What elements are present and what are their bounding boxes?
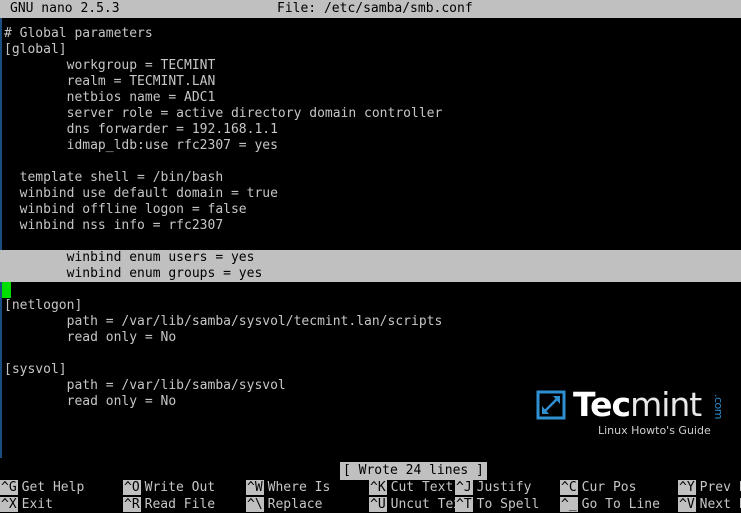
editor-line[interactable]: idmap_ldb:use rfc2307 = yes	[0, 138, 741, 154]
shortcut-label: Cur Pos	[581, 480, 637, 495]
editor-line[interactable]: winbind nss info = rfc2307	[0, 218, 741, 234]
shortcut-read-file[interactable]: ^R Read File	[123, 497, 215, 513]
shortcut-uncut-text[interactable]: ^U Uncut Text	[369, 497, 469, 513]
shortcut-row-1: ^G Get Help ^O Write Out ^W Where Is ^K Cut Tex…	[0, 480, 741, 496]
nano-editor-screen: GNU nano 2.5.3 File: /etc/samba/smb.conf…	[0, 0, 741, 513]
shortcut-key: ^T	[455, 497, 473, 512]
editor-line[interactable]: winbind use default domain = true	[0, 186, 741, 202]
editor-line[interactable]	[0, 154, 741, 170]
shortcut-row-2: ^X Exit ^R Read File ^\ Replace ^U Uncut Text ^T…	[0, 497, 741, 513]
app-version-label: GNU nano 2.5.3	[10, 1, 120, 16]
shortcut-label: Prev P	[699, 480, 741, 495]
shortcut-key: ^J	[455, 480, 473, 495]
editor-text-area[interactable]: # Global parameters [global] workgroup = …	[0, 26, 741, 454]
shortcut-key: ^R	[123, 497, 141, 512]
file-path-label: File: /etc/samba/smb.conf	[277, 1, 473, 16]
shortcut-label: Exit	[21, 497, 53, 512]
shortcut-prev-p[interactable]: ^YPrev P	[678, 480, 741, 496]
shortcut-write-out[interactable]: ^O Write Out	[123, 480, 215, 496]
editor-line[interactable]: winbind enum groups = yes	[0, 266, 741, 282]
shortcut-key: ^_	[560, 497, 578, 512]
editor-line[interactable]: [sysvol]	[0, 362, 741, 378]
editor-line[interactable]: template shell = /bin/bash	[0, 170, 741, 186]
shortcut-bar: ^G Get Help ^O Write Out ^W Where Is ^K Cut Tex…	[0, 480, 741, 513]
editor-line[interactable]: read only = No	[0, 394, 741, 410]
editor-line[interactable]: path = /var/lib/samba/sysvol	[0, 378, 741, 394]
editor-line[interactable]: winbind offline logon = false	[0, 202, 741, 218]
shortcut-label: Replace	[267, 497, 323, 512]
shortcut-key: ^G	[0, 480, 18, 495]
shortcut-label: Read File	[144, 497, 216, 512]
editor-line[interactable]	[0, 282, 741, 298]
shortcut-key: ^\	[246, 497, 264, 512]
shortcut-key: ^U	[369, 497, 387, 512]
shortcut-label: Next P	[699, 497, 741, 512]
shortcut-key: ^W	[246, 480, 264, 495]
shortcut-label: Write Out	[144, 480, 216, 495]
shortcut-label: To Spell	[476, 497, 540, 512]
shortcut-exit[interactable]: ^X Exit	[0, 497, 53, 513]
editor-line[interactable]: winbind enum users = yes	[0, 250, 741, 266]
shortcut-key: ^V	[678, 497, 696, 512]
shortcut-justify[interactable]: ^J Justify	[455, 480, 531, 496]
shortcut-go-to-line[interactable]: ^_ Go To Line	[560, 497, 660, 513]
editor-line[interactable]: [netlogon]	[0, 298, 741, 314]
shortcut-cut-text[interactable]: ^K Cut Text	[369, 480, 453, 496]
editor-line[interactable]: server role = active directory domain co…	[0, 106, 741, 122]
shortcut-label: Go To Line	[581, 497, 660, 512]
editor-line[interactable]: # Global parameters	[0, 26, 741, 42]
editor-line[interactable]: workgroup = TECMINT	[0, 58, 741, 74]
shortcut-to-spell[interactable]: ^T To Spell	[455, 497, 539, 513]
editor-line[interactable]: [global]	[0, 42, 741, 58]
shortcut-get-help[interactable]: ^G Get Help	[0, 480, 84, 496]
editor-line[interactable]: read only = No	[0, 330, 741, 346]
editor-line[interactable]: path = /var/lib/samba/sysvol/tecmint.lan…	[0, 314, 741, 330]
shortcut-key: ^X	[0, 497, 18, 512]
editor-line[interactable]: netbios name = ADC1	[0, 90, 741, 106]
editor-line[interactable]	[0, 234, 741, 250]
editor-line[interactable]: realm = TECMINT.LAN	[0, 74, 741, 90]
editor-line[interactable]: dns forwarder = 192.168.1.1	[0, 122, 741, 138]
shortcut-key: ^K	[369, 480, 387, 495]
shortcut-next-p[interactable]: ^VNext P	[678, 497, 741, 513]
shortcut-label: Get Help	[21, 480, 85, 495]
editor-line[interactable]	[0, 346, 741, 362]
text-cursor	[2, 282, 11, 298]
shortcut-replace[interactable]: ^\ Replace	[246, 497, 322, 513]
shortcut-label: Where Is	[267, 480, 331, 495]
shortcut-label: Justify	[476, 480, 532, 495]
shortcut-where-is[interactable]: ^W Where Is	[246, 480, 330, 496]
status-message: [ Wrote 24 lines ]	[340, 462, 487, 480]
shortcut-key: ^C	[560, 480, 578, 495]
titlebar: GNU nano 2.5.3 File: /etc/samba/smb.conf	[0, 0, 741, 18]
shortcut-key: ^O	[123, 480, 141, 495]
shortcut-cur-pos[interactable]: ^C Cur Pos	[560, 480, 636, 496]
shortcut-label: Cut Text	[390, 480, 454, 495]
shortcut-key: ^Y	[678, 480, 696, 495]
